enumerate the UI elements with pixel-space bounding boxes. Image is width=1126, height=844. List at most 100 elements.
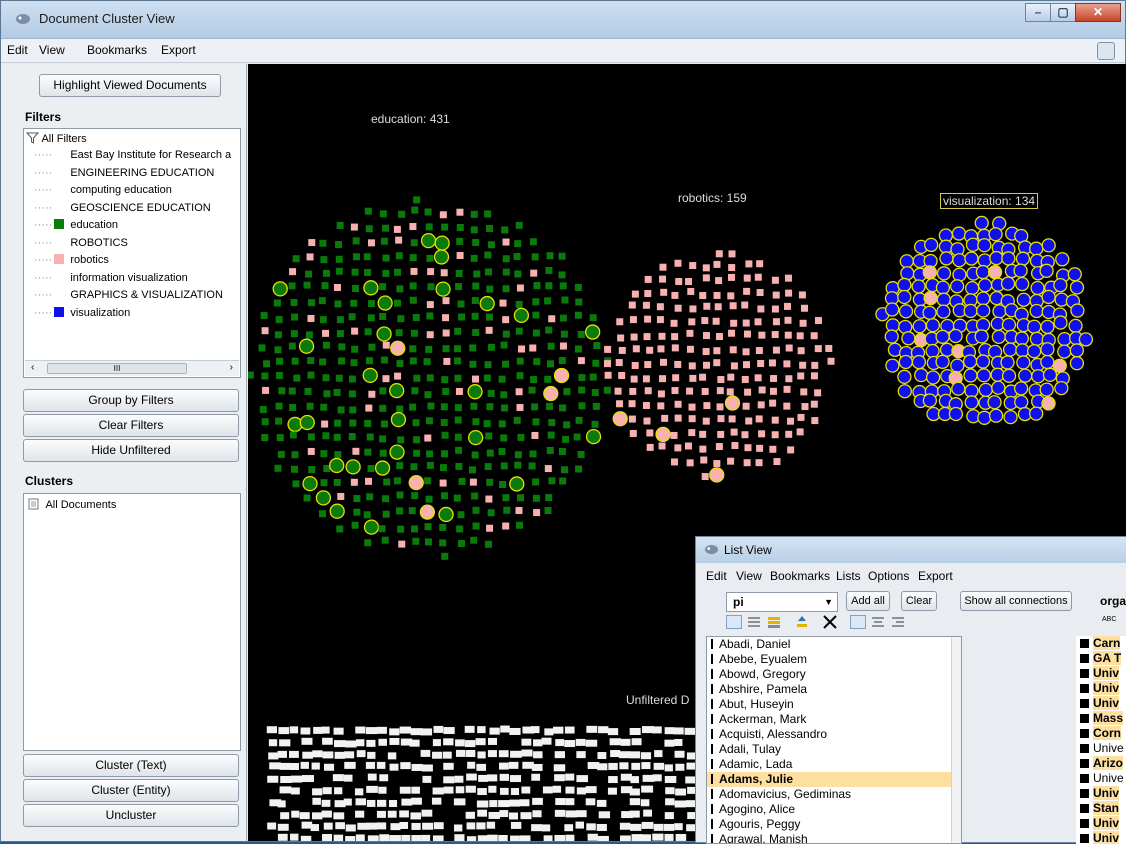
highlighted-document[interactable]: [976, 303, 991, 318]
document-square[interactable]: [661, 414, 669, 422]
scroll-thumb[interactable]: III: [47, 363, 187, 374]
document-square[interactable]: [276, 434, 284, 442]
document-square[interactable]: [755, 459, 763, 467]
unfiltered-document[interactable]: [521, 786, 531, 794]
document-square[interactable]: [439, 523, 447, 531]
document-square[interactable]: [702, 348, 710, 356]
document-square[interactable]: [513, 416, 521, 424]
organization-list-item[interactable]: Univ: [1076, 831, 1126, 844]
highlighted-document[interactable]: [1013, 263, 1028, 278]
highlighted-document[interactable]: [898, 354, 913, 370]
person-list-item[interactable]: Adams, Julie: [707, 772, 961, 787]
abc-sort-icon[interactable]: [726, 615, 742, 629]
unfiltered-document[interactable]: [290, 775, 303, 783]
highlighted-document[interactable]: [885, 358, 900, 373]
document-square[interactable]: [772, 318, 780, 326]
unfiltered-document[interactable]: [465, 740, 476, 748]
document-square[interactable]: [500, 391, 508, 399]
document-square[interactable]: [472, 238, 480, 246]
all-documents-item[interactable]: All Documents: [28, 498, 116, 511]
document-square[interactable]: [546, 360, 554, 368]
unfiltered-document[interactable]: [376, 810, 386, 818]
highlighted-document[interactable]: [374, 460, 391, 476]
highlighted-document[interactable]: [1029, 241, 1044, 256]
document-square[interactable]: [293, 374, 301, 382]
document-square[interactable]: [365, 404, 373, 412]
document-square[interactable]: [559, 314, 567, 322]
unfiltered-document[interactable]: [279, 786, 292, 794]
highlighted-document[interactable]: [976, 368, 991, 383]
document-square[interactable]: [727, 292, 735, 300]
unfiltered-document[interactable]: [343, 774, 353, 782]
unfiltered-document[interactable]: [664, 812, 674, 820]
document-square[interactable]: [290, 299, 298, 307]
unfiltered-document[interactable]: [410, 812, 421, 820]
document-square[interactable]: [274, 331, 282, 339]
document-square[interactable]: [393, 225, 401, 233]
document-square[interactable]: [424, 434, 432, 442]
document-square[interactable]: [741, 301, 749, 309]
organization-list-item[interactable]: Univ: [1076, 681, 1126, 696]
document-square[interactable]: [643, 417, 651, 425]
document-square[interactable]: [382, 224, 390, 232]
lv-menu-bookmarks[interactable]: Bookmarks: [770, 569, 830, 583]
document-square[interactable]: [758, 331, 766, 339]
document-square[interactable]: [688, 318, 696, 326]
unfiltered-document[interactable]: [310, 824, 320, 832]
unfiltered-document[interactable]: [279, 739, 291, 747]
highlighted-document[interactable]: [1068, 318, 1083, 334]
document-square[interactable]: [674, 414, 682, 422]
unfiltered-document[interactable]: [631, 762, 641, 770]
unfiltered-document[interactable]: [596, 799, 607, 807]
unfiltered-document[interactable]: [422, 775, 432, 783]
unfiltered-document[interactable]: [488, 811, 501, 819]
unfiltered-document[interactable]: [509, 812, 518, 820]
person-list-item[interactable]: Abadi, Daniel: [707, 637, 961, 652]
highlighted-document[interactable]: [900, 266, 915, 281]
document-square[interactable]: [728, 264, 736, 272]
document-square[interactable]: [574, 311, 582, 319]
document-square[interactable]: [756, 260, 764, 268]
document-square[interactable]: [644, 387, 652, 395]
document-square[interactable]: [364, 328, 372, 336]
unfiltered-document[interactable]: [367, 751, 376, 759]
document-square[interactable]: [574, 283, 582, 291]
document-square[interactable]: [333, 478, 341, 486]
document-square[interactable]: [532, 418, 540, 426]
document-square[interactable]: [785, 289, 793, 297]
document-square[interactable]: [442, 388, 450, 396]
unfiltered-document[interactable]: [443, 727, 455, 735]
unfiltered-document[interactable]: [290, 833, 299, 841]
document-square[interactable]: [454, 416, 462, 424]
document-square[interactable]: [335, 241, 343, 249]
document-square[interactable]: [741, 375, 749, 383]
unfiltered-document[interactable]: [542, 786, 553, 794]
document-square[interactable]: [559, 404, 567, 412]
document-square[interactable]: [688, 429, 696, 437]
unfiltered-document[interactable]: [345, 740, 357, 748]
unfiltered-document[interactable]: [431, 797, 442, 805]
document-square[interactable]: [503, 506, 511, 514]
highlighted-document[interactable]: [1041, 289, 1056, 305]
document-square[interactable]: [561, 296, 569, 304]
unfiltered-document[interactable]: [508, 761, 519, 769]
document-square[interactable]: [715, 277, 723, 285]
highlighted-document[interactable]: [950, 358, 965, 373]
document-square[interactable]: [530, 376, 538, 384]
document-square[interactable]: [453, 345, 461, 353]
highlighted-document[interactable]: [362, 367, 378, 384]
document-square[interactable]: [544, 297, 552, 305]
hide-unfiltered-button[interactable]: Hide Unfiltered: [23, 439, 239, 462]
unfiltered-document[interactable]: [675, 763, 685, 771]
unfiltered-document[interactable]: [324, 763, 335, 771]
highlighted-document[interactable]: [1029, 331, 1045, 346]
document-square[interactable]: [657, 402, 665, 410]
document-square[interactable]: [485, 225, 493, 233]
unfiltered-document[interactable]: [598, 811, 611, 819]
document-square[interactable]: [771, 331, 779, 339]
unfiltered-document[interactable]: [675, 788, 687, 796]
unfiltered-document[interactable]: [641, 821, 654, 829]
document-square[interactable]: [348, 390, 356, 398]
document-square[interactable]: [686, 387, 694, 395]
document-square[interactable]: [660, 288, 668, 296]
